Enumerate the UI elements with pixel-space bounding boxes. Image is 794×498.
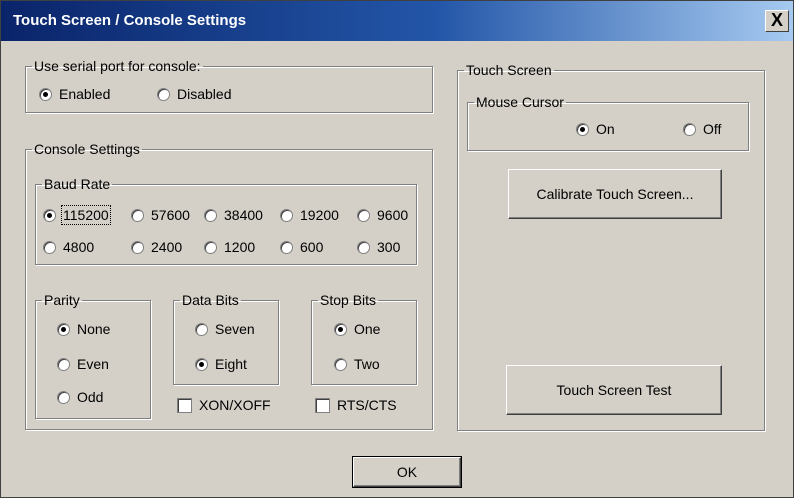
radio-indicator bbox=[195, 357, 208, 371]
radio-label: 57600 bbox=[151, 207, 190, 223]
baud-1200-radio[interactable]: 1200 bbox=[204, 239, 255, 255]
radio-indicator bbox=[204, 208, 217, 222]
baud-9600-radio[interactable]: 9600 bbox=[357, 207, 408, 223]
radio-label: Off bbox=[703, 121, 722, 137]
checkbox-indicator bbox=[315, 397, 330, 413]
serial-disabled-radio[interactable]: Disabled bbox=[157, 86, 231, 102]
xon-xoff-checkbox[interactable]: XON/XOFF bbox=[177, 397, 271, 413]
radio-indicator bbox=[157, 87, 170, 101]
baud-600-radio[interactable]: 600 bbox=[280, 239, 323, 255]
radio-label: None bbox=[77, 321, 111, 337]
radio-indicator bbox=[39, 87, 52, 101]
radio-label: 1200 bbox=[224, 239, 256, 255]
parity-even-radio[interactable]: Even bbox=[57, 356, 109, 372]
radio-indicator bbox=[576, 122, 589, 136]
parity-legend: Parity bbox=[44, 292, 80, 308]
parity-odd-radio[interactable]: Odd bbox=[57, 389, 103, 405]
ok-button[interactable]: OK bbox=[352, 456, 462, 488]
settings-dialog: Touch Screen / Console Settings X Use se… bbox=[0, 0, 794, 498]
radio-indicator bbox=[57, 390, 70, 404]
stop-bits-two-radio[interactable]: Two bbox=[334, 356, 380, 372]
baud-300-radio[interactable]: 300 bbox=[357, 239, 400, 255]
radio-indicator bbox=[57, 322, 70, 336]
baud-57600-radio[interactable]: 57600 bbox=[131, 207, 190, 223]
checkbox-indicator bbox=[177, 397, 192, 413]
radio-label: 300 bbox=[377, 239, 401, 255]
radio-indicator bbox=[195, 322, 208, 336]
calibrate-touch-screen-button[interactable]: Calibrate Touch Screen... bbox=[508, 169, 722, 219]
radio-indicator bbox=[334, 322, 347, 336]
cursor-off-radio[interactable]: Off bbox=[683, 121, 721, 137]
close-button[interactable]: X bbox=[765, 10, 789, 32]
radio-indicator bbox=[43, 240, 56, 254]
radio-label: 19200 bbox=[300, 207, 339, 223]
touch-screen-legend: Touch Screen bbox=[466, 62, 552, 78]
radio-label: 4800 bbox=[63, 239, 95, 255]
parity-none-radio[interactable]: None bbox=[57, 321, 110, 337]
radio-label: Disabled bbox=[177, 86, 232, 102]
radio-label: One bbox=[354, 321, 381, 337]
radio-indicator bbox=[280, 240, 293, 254]
data-bits-eight-radio[interactable]: Eight bbox=[195, 356, 247, 372]
radio-indicator bbox=[131, 208, 144, 222]
cursor-on-radio[interactable]: On bbox=[576, 121, 615, 137]
baud-38400-radio[interactable]: 38400 bbox=[204, 207, 263, 223]
stop-bits-legend: Stop Bits bbox=[320, 292, 377, 308]
radio-indicator bbox=[43, 208, 56, 222]
rts-cts-checkbox[interactable]: RTS/CTS bbox=[315, 397, 397, 413]
checkbox-label: RTS/CTS bbox=[337, 397, 397, 413]
data-bits-legend: Data Bits bbox=[182, 292, 239, 308]
touch-screen-test-button[interactable]: Touch Screen Test bbox=[506, 365, 722, 415]
serial-enabled-radio[interactable]: Enabled bbox=[39, 86, 110, 102]
radio-label: Two bbox=[354, 356, 380, 372]
stop-bits-one-radio[interactable]: One bbox=[334, 321, 380, 337]
radio-label: Eight bbox=[215, 356, 247, 372]
radio-label: Enabled bbox=[59, 86, 111, 102]
console-settings-legend: Console Settings bbox=[34, 141, 140, 157]
checkbox-label: XON/XOFF bbox=[199, 397, 271, 413]
dialog-title: Touch Screen / Console Settings bbox=[13, 12, 247, 29]
baud-rate-legend: Baud Rate bbox=[44, 176, 111, 192]
radio-indicator bbox=[280, 208, 293, 222]
radio-label: 600 bbox=[300, 239, 324, 255]
baud-4800-radio[interactable]: 4800 bbox=[43, 239, 94, 255]
radio-indicator bbox=[334, 357, 347, 371]
radio-indicator bbox=[357, 240, 370, 254]
mouse-cursor-legend: Mouse Cursor bbox=[476, 94, 564, 110]
radio-label: Seven bbox=[215, 321, 255, 337]
radio-indicator bbox=[131, 240, 144, 254]
serial-port-legend: Use serial port for console: bbox=[34, 58, 201, 74]
radio-label: 9600 bbox=[377, 207, 409, 223]
radio-label: 2400 bbox=[151, 239, 183, 255]
baud-2400-radio[interactable]: 2400 bbox=[131, 239, 182, 255]
radio-indicator bbox=[683, 122, 696, 136]
baud-19200-radio[interactable]: 19200 bbox=[280, 207, 339, 223]
radio-indicator bbox=[204, 240, 217, 254]
radio-label: Even bbox=[77, 356, 109, 372]
title-bar: Touch Screen / Console Settings X bbox=[1, 1, 793, 41]
data-bits-seven-radio[interactable]: Seven bbox=[195, 321, 255, 337]
radio-label: On bbox=[596, 121, 615, 137]
baud-115200-radio[interactable]: 115200 bbox=[43, 205, 111, 225]
radio-label: Odd bbox=[77, 389, 104, 405]
radio-label: 115200 bbox=[61, 205, 111, 225]
radio-indicator bbox=[57, 357, 70, 371]
radio-label: 38400 bbox=[224, 207, 263, 223]
radio-indicator bbox=[357, 208, 370, 222]
